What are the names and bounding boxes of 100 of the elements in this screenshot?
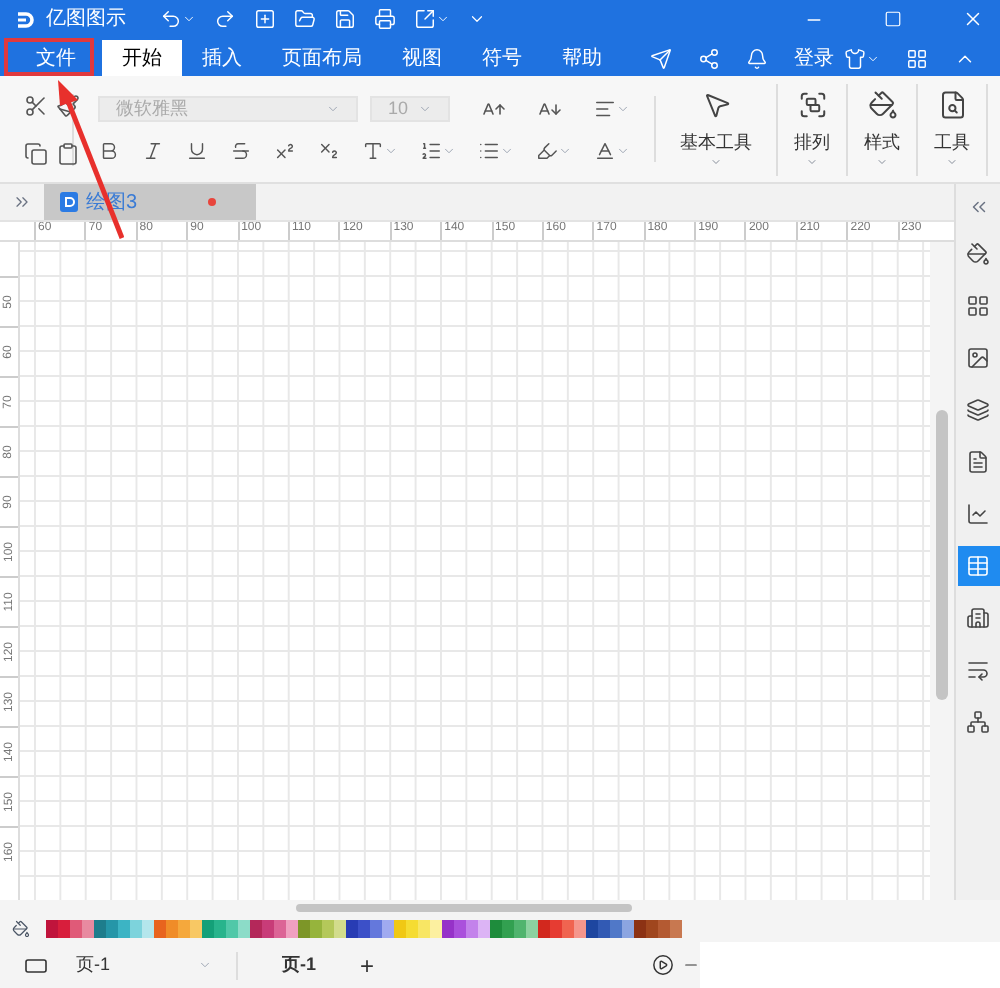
decrease-font-icon[interactable] — [538, 97, 562, 121]
color-swatch[interactable] — [346, 919, 358, 937]
color-swatch[interactable] — [118, 919, 130, 937]
increase-font-icon[interactable] — [482, 97, 506, 121]
color-swatch[interactable] — [502, 919, 514, 937]
color-swatch[interactable] — [130, 919, 142, 937]
color-swatch[interactable] — [202, 919, 214, 937]
text-icon[interactable] — [362, 140, 384, 162]
color-swatch[interactable] — [646, 919, 658, 937]
apps-icon[interactable] — [906, 47, 928, 69]
new-icon[interactable] — [254, 8, 276, 30]
color-swatch[interactable] — [370, 919, 382, 937]
grid-icon[interactable] — [966, 294, 990, 318]
superscript-icon[interactable] — [274, 140, 296, 162]
color-swatch[interactable] — [550, 919, 562, 937]
close-icon[interactable] — [962, 8, 984, 30]
menu-tab[interactable]: 视图 — [382, 40, 462, 76]
caret-icon[interactable] — [436, 12, 450, 26]
highlight-icon[interactable] — [536, 140, 558, 162]
paste-icon[interactable] — [56, 141, 80, 165]
menu-tab[interactable]: 帮助 — [542, 40, 622, 76]
color-swatch[interactable] — [670, 919, 682, 937]
color-swatch[interactable] — [478, 919, 490, 937]
caret-icon[interactable] — [866, 51, 880, 65]
paint-bucket-icon[interactable] — [12, 919, 30, 937]
color-swatch[interactable] — [310, 919, 322, 937]
align-icon[interactable] — [594, 98, 616, 120]
color-swatch[interactable] — [430, 919, 442, 937]
strikethrough-icon[interactable] — [230, 140, 252, 162]
menu-tab[interactable]: 开始 — [102, 40, 182, 76]
color-swatch[interactable] — [514, 919, 526, 937]
color-swatch[interactable] — [622, 919, 634, 937]
color-swatch[interactable] — [58, 919, 70, 937]
format-painter-icon[interactable] — [56, 93, 80, 117]
document-search-icon[interactable] — [937, 89, 967, 120]
subscript-icon[interactable] — [318, 140, 340, 162]
color-swatch[interactable] — [442, 919, 454, 937]
caret-icon[interactable] — [182, 12, 196, 26]
color-swatch[interactable] — [262, 919, 274, 937]
color-swatch[interactable] — [610, 919, 622, 937]
chart-icon[interactable] — [966, 502, 990, 526]
printer-icon[interactable] — [374, 8, 396, 30]
color-swatch[interactable] — [538, 919, 550, 937]
tool-button[interactable]: 工具 — [918, 83, 988, 175]
page-view-icon[interactable] — [24, 953, 48, 977]
font-color-icon[interactable] — [594, 140, 616, 162]
color-swatch[interactable] — [106, 919, 118, 937]
share-icon[interactable] — [698, 47, 720, 69]
color-swatch[interactable] — [166, 919, 178, 937]
menu-tab[interactable]: 插入 — [182, 40, 262, 76]
image-icon[interactable] — [966, 346, 990, 370]
color-swatch[interactable] — [418, 919, 430, 937]
underline-icon[interactable] — [186, 140, 208, 162]
color-swatch[interactable] — [574, 919, 586, 937]
color-swatch[interactable] — [298, 919, 310, 937]
paint-bucket-icon[interactable] — [966, 242, 990, 266]
send-icon[interactable] — [650, 47, 672, 69]
color-swatch[interactable] — [562, 919, 574, 937]
color-swatch[interactable] — [658, 919, 670, 937]
scrollbar-thumb[interactable] — [296, 903, 632, 911]
color-swatch[interactable] — [382, 919, 394, 937]
color-swatch[interactable] — [394, 919, 406, 937]
color-swatch[interactable] — [154, 919, 166, 937]
play-icon[interactable] — [652, 954, 674, 976]
color-swatch[interactable] — [454, 919, 466, 937]
line-spacing-icon[interactable] — [420, 140, 442, 162]
tool-button[interactable]: 排列 — [778, 83, 848, 175]
color-swatch[interactable] — [466, 919, 478, 937]
page-select[interactable]: 页-1 — [76, 951, 220, 979]
color-swatch[interactable] — [334, 919, 346, 937]
menu-tab[interactable]: 文件 — [10, 40, 102, 76]
color-swatch[interactable] — [406, 919, 418, 937]
redo-icon[interactable] — [214, 8, 236, 30]
bold-icon[interactable] — [98, 140, 120, 162]
layers-icon[interactable] — [966, 398, 990, 422]
color-swatch[interactable] — [142, 919, 154, 937]
menu-tab[interactable]: 符号 — [462, 40, 542, 76]
color-swatch[interactable] — [358, 919, 370, 937]
tool-button[interactable]: 基本工具 — [656, 83, 778, 175]
maximize-icon[interactable] — [884, 10, 902, 28]
color-swatch[interactable] — [490, 919, 502, 937]
bell-icon[interactable] — [746, 47, 768, 69]
shirt-icon[interactable] — [844, 47, 866, 69]
color-swatch[interactable] — [586, 919, 598, 937]
undo-icon[interactable] — [160, 8, 182, 30]
scrollbar-thumb[interactable] — [936, 410, 948, 700]
page-tab[interactable]: 页-1 — [274, 951, 325, 979]
color-swatch[interactable] — [214, 919, 226, 937]
arrange-icon[interactable] — [797, 89, 827, 120]
copy-icon[interactable] — [24, 141, 48, 165]
tool-button[interactable]: 样式 — [848, 83, 918, 175]
document-icon[interactable] — [966, 450, 990, 474]
color-swatch[interactable] — [238, 919, 250, 937]
chevrons-right-icon[interactable] — [12, 192, 32, 212]
login-button[interactable]: 登录 — [794, 43, 834, 73]
table-icon[interactable] — [966, 554, 990, 578]
menu-tab[interactable]: 页面布局 — [262, 40, 382, 76]
folder-icon[interactable] — [294, 8, 316, 30]
export-icon[interactable] — [414, 8, 436, 30]
color-swatch[interactable] — [322, 919, 334, 937]
